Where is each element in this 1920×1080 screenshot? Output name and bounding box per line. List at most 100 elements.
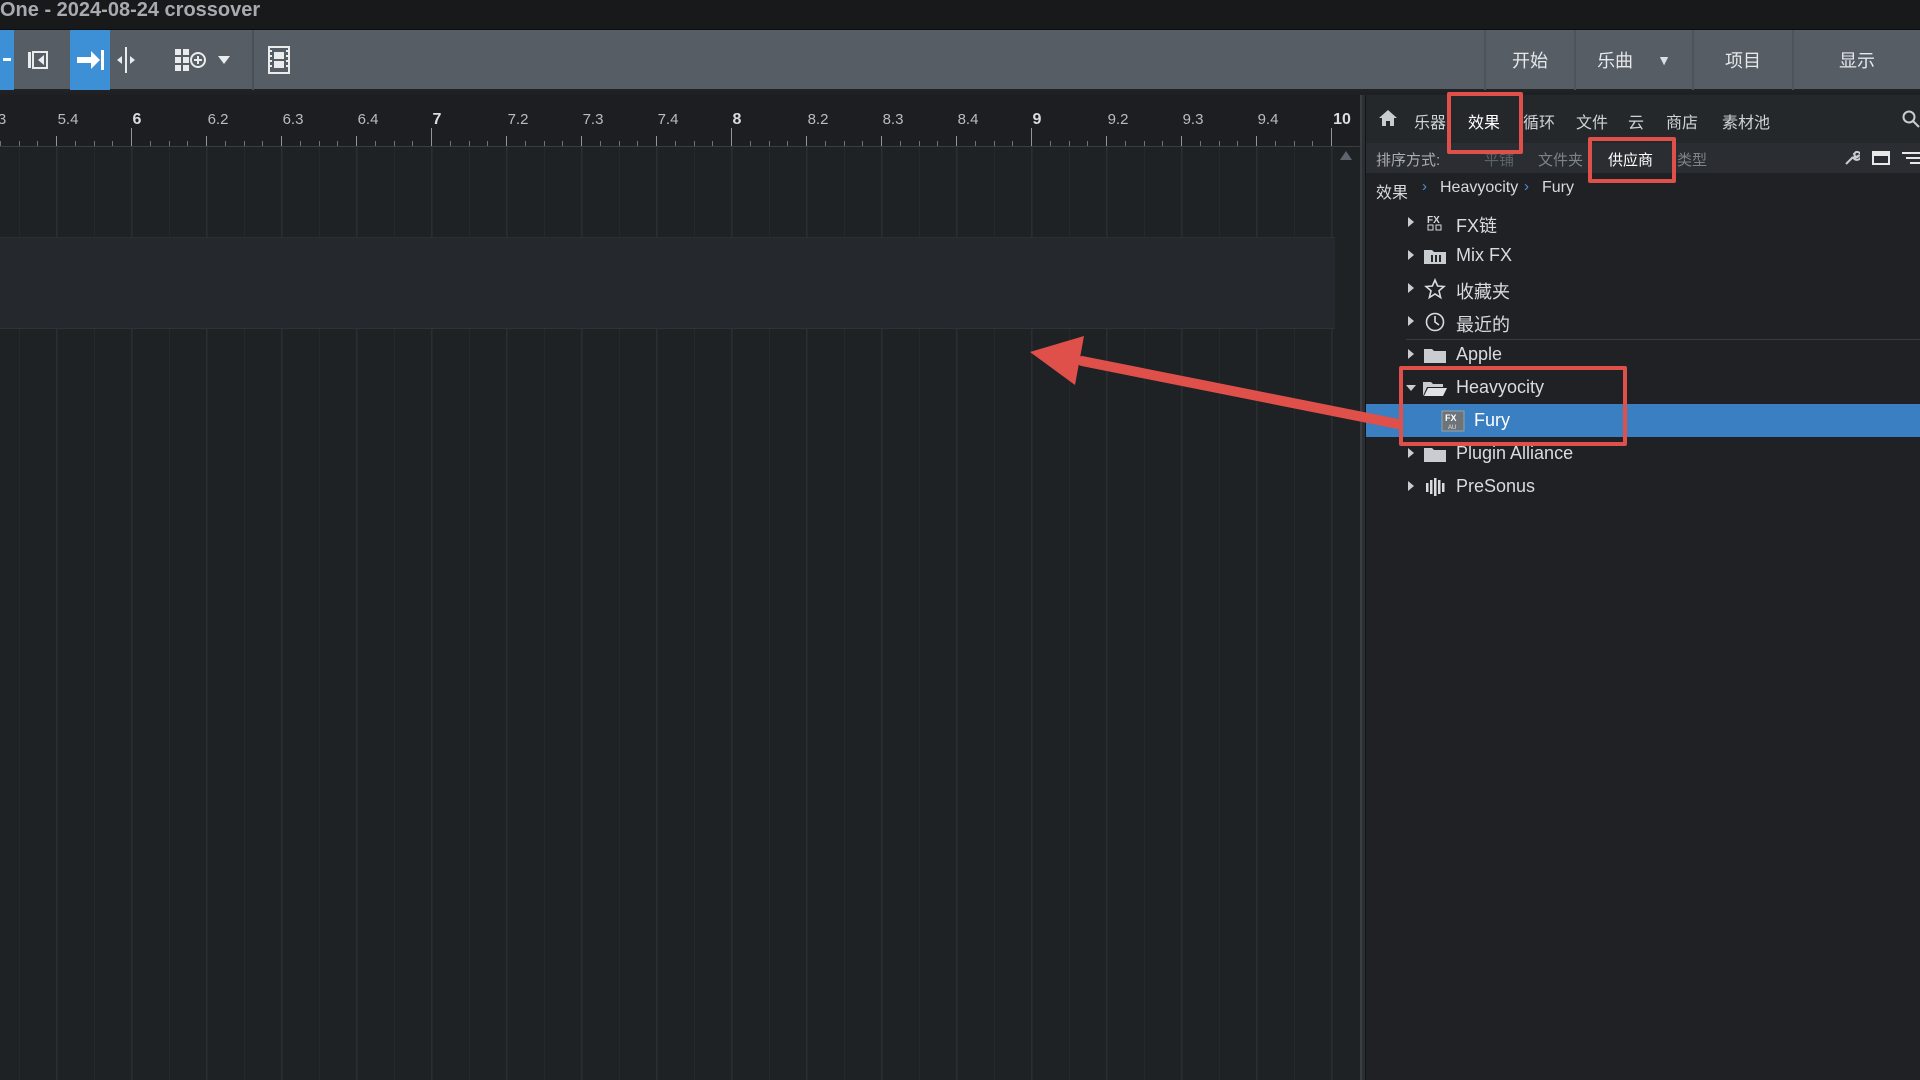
ruler-sub-tick (544, 141, 545, 146)
tab-instruments[interactable]: 乐器 (1414, 109, 1446, 133)
wrench-icon[interactable] (1844, 150, 1860, 166)
tab-shop[interactable]: 商店 (1666, 109, 1698, 133)
ruler-sub-tick (394, 141, 395, 146)
grid-add-button[interactable] (170, 30, 210, 90)
expand-arrow-icon[interactable] (1408, 283, 1414, 293)
ruler-sub-tick (675, 141, 676, 146)
ruler-sub-tick (1237, 141, 1238, 146)
tree-item-recent[interactable]: 最近的 (1366, 305, 1920, 338)
ruler-sub-tick (169, 141, 170, 146)
ruler-sub-tick (37, 141, 38, 146)
title-bar: One - 2024-08-24 crossover (0, 0, 1920, 30)
tab-start-label: 开始 (1512, 51, 1548, 71)
ruler-beat-tick (806, 136, 807, 146)
tab-song[interactable]: 乐曲 ▼ (1574, 30, 1692, 90)
ruler-beat-tick (656, 136, 657, 146)
tree-item-fx-chain[interactable]: FX FX链 (1366, 206, 1920, 239)
grid-options-dropdown[interactable] (212, 30, 236, 90)
presonus-icon (1422, 476, 1448, 498)
expand-arrow-icon[interactable] (1408, 250, 1414, 260)
ruler-sub-tick (187, 141, 188, 146)
list-view-icon[interactable] (1902, 150, 1920, 166)
ruler-label: 9.4 (1257, 111, 1279, 128)
ruler-beat-tick (881, 136, 882, 146)
app-window: One - 2024-08-24 crossover 开始 乐曲 ▼ 项目 显示… (0, 0, 1920, 1080)
song-dropdown-icon[interactable]: ▼ (1657, 52, 1671, 68)
folder-icon (1422, 443, 1448, 465)
video-button[interactable] (262, 30, 296, 90)
ruler-sub-tick (112, 141, 113, 146)
tree-item-label: 收藏夹 (1456, 282, 1510, 302)
ruler-sub-tick (694, 141, 695, 146)
expand-arrow-icon[interactable] (1408, 217, 1414, 227)
ruler-label: 6.4 (357, 111, 379, 128)
track-lane[interactable] (0, 237, 1335, 329)
tab-start[interactable]: 开始 (1484, 30, 1574, 90)
ruler-beat-tick (731, 136, 732, 146)
tab-cloud[interactable]: 云 (1628, 109, 1644, 133)
tree-item-mix-fx[interactable]: Mix FX (1366, 239, 1920, 272)
tree-item-presonus[interactable]: PreSonus (1366, 470, 1920, 503)
home-icon[interactable] (1378, 109, 1398, 127)
tab-pool[interactable]: 素材池 (1722, 109, 1770, 133)
timeline-ruler[interactable]: 3 5.4 6 6.2 6.3 6.4 7 7.2 7.3 7.4 8 8.2 8.3 8.4 9 9.2 9.… (0, 95, 1360, 147)
ruler-sub-tick (94, 141, 95, 146)
ruler-sub-tick (1312, 141, 1313, 146)
ruler-beat-tick (56, 136, 57, 146)
expand-arrow-icon[interactable] (1408, 316, 1414, 326)
expand-arrow-icon[interactable] (1408, 481, 1414, 491)
window-icon[interactable] (1872, 150, 1890, 166)
ruler-label: 9.3 (1182, 111, 1204, 128)
toolbar-separator (252, 30, 254, 90)
tab-show-label: 显示 (1839, 51, 1875, 71)
breadcrumb-fury[interactable]: Fury (1542, 179, 1574, 197)
star-icon (1422, 278, 1448, 300)
tab-loops[interactable]: 循环 (1523, 109, 1555, 133)
search-icon[interactable] (1902, 110, 1920, 128)
tab-project[interactable]: 项目 (1692, 30, 1792, 90)
tab-files[interactable]: 文件 (1576, 109, 1608, 133)
breadcrumb-heavyocity[interactable]: Heavyocity (1440, 179, 1518, 197)
snap-to-grid-button[interactable] (70, 30, 110, 90)
ruler-beat-tick (1181, 136, 1182, 146)
sort-type[interactable]: 类型 (1677, 149, 1707, 170)
scroll-up-icon[interactable] (1340, 151, 1352, 160)
ruler-label: 7 (432, 111, 442, 128)
tree-item-label: Apple (1456, 344, 1503, 364)
ruler-sub-tick (319, 141, 320, 146)
ruler-label: 8.3 (882, 111, 904, 128)
tab-show[interactable]: 显示 (1792, 30, 1920, 90)
ruler-label: 9 (1032, 111, 1042, 128)
ruler-label: 6.2 (207, 111, 229, 128)
tree-item-favorites[interactable]: 收藏夹 (1366, 272, 1920, 305)
minus-button[interactable] (0, 30, 14, 90)
expand-arrow-icon[interactable] (1408, 349, 1414, 359)
minus-icon (3, 58, 11, 61)
ruler-beat-tick (206, 136, 207, 146)
expand-arrow-icon[interactable] (1408, 448, 1414, 458)
sort-folder[interactable]: 文件夹 (1538, 149, 1583, 170)
breadcrumb-effects[interactable]: 效果 (1376, 179, 1408, 203)
ruler-sub-tick (1200, 141, 1201, 146)
ruler-sub-tick (75, 141, 76, 146)
mix-fx-icon (1422, 245, 1448, 267)
ruler-sub-tick (1125, 141, 1126, 146)
ruler-sub-tick (619, 141, 620, 146)
ruler-label: 8.4 (957, 111, 979, 128)
tree-item-label: 最近的 (1456, 315, 1510, 335)
loop-marker-button[interactable] (20, 30, 58, 90)
ruler-sub-tick (1087, 141, 1088, 146)
ruler-label: 6 (132, 111, 142, 128)
ruler-sub-tick (1012, 141, 1013, 146)
grid-add-icon (175, 49, 206, 71)
ruler-sub-tick (337, 141, 338, 146)
arrange-timeline[interactable]: 3 5.4 6 6.2 6.3 6.4 7 7.2 7.3 7.4 8 8.2 8.3 8.4 9 9.2 9.… (0, 95, 1360, 1080)
split-button[interactable] (112, 30, 140, 90)
ruler-sub-tick (412, 141, 413, 146)
ruler-label: 6.3 (282, 111, 304, 128)
ruler-sub-tick (262, 141, 263, 146)
ruler-sub-tick (469, 141, 470, 146)
browser-panel: 乐器 效果 循环 文件 云 商店 素材池 排序方式: 平铺 文件夹 供应商 类型 (1366, 95, 1920, 1080)
annotation-highlight-fury-item (1399, 366, 1627, 446)
ruler-sub-tick (1219, 141, 1220, 146)
